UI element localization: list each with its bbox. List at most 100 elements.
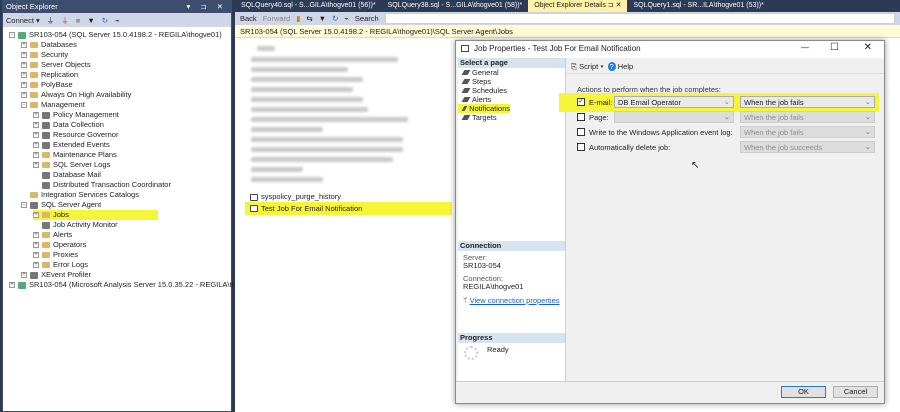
tree-node[interactable]: + SR103-054 (Microsoft Analysis Server 15… (9, 280, 244, 290)
tree-node[interactable]: + Error Logs (33, 260, 88, 270)
tree-node[interactable]: + Proxies (33, 250, 78, 260)
tree-node[interactable]: Integration Services Catalogs (21, 190, 139, 200)
filter-icon[interactable]: ▼ (87, 16, 94, 25)
expand-toggle-icon[interactable]: + (33, 162, 39, 168)
disconnect-icon[interactable]: ⏚ (61, 15, 69, 26)
connect-button[interactable]: Connect ▾ (6, 16, 40, 25)
expand-toggle-icon[interactable]: + (21, 92, 27, 98)
document-tab[interactable]: SQLQuery38.sql - S...GILA\thogve01 (58))… (382, 0, 529, 12)
expand-toggle-icon[interactable]: + (33, 112, 39, 118)
tree-node[interactable]: + PolyBase (21, 80, 73, 90)
document-tab[interactable]: SQLQuery40.sql - S...GILA\thogve01 (56))… (235, 0, 382, 12)
activity-icon[interactable]: ⌁ (115, 16, 120, 25)
forward-button[interactable]: Forward (263, 14, 291, 23)
blurred-job-row[interactable] (251, 167, 303, 172)
email-condition-select[interactable]: When the job fails ⌄ (740, 96, 875, 108)
expand-toggle-icon[interactable]: - (9, 32, 15, 38)
tree-node[interactable]: Job Activity Monitor (33, 220, 118, 230)
tree-node[interactable]: - Management (21, 100, 85, 110)
document-tab[interactable]: SQLQuery1.sql - SR...ILA\thogve01 (53))* (627, 0, 769, 12)
eventlog-condition-select[interactable]: When the job fails ⌄ (740, 126, 875, 138)
page-item-notifications[interactable]: Notifications (458, 104, 510, 113)
refresh-icon[interactable]: ↻ (102, 16, 108, 25)
filter-icon[interactable]: ▼ (319, 14, 326, 23)
job-row[interactable]: syspolicy_purge_history (250, 192, 341, 202)
email-operator-select[interactable]: DB Email Operator ⌄ (614, 96, 734, 108)
expand-toggle-icon[interactable]: + (9, 282, 15, 288)
page-operator-select[interactable]: ⌄ (614, 111, 734, 123)
tree-node[interactable]: - SQL Server Agent (21, 200, 101, 210)
tree-node[interactable]: + Extended Events (33, 140, 110, 150)
blurred-job-row[interactable] (251, 97, 363, 102)
blurred-job-row[interactable] (251, 157, 393, 162)
blurred-job-row[interactable] (251, 137, 403, 142)
page-condition-select[interactable]: When the job fails ⌄ (740, 111, 875, 123)
view-connection-properties-link[interactable]: View connection properties (470, 296, 560, 305)
tree-node[interactable]: Database Mail (33, 170, 101, 180)
tree-node[interactable]: + SQL Server Logs (33, 160, 110, 170)
expand-toggle-icon[interactable]: + (33, 242, 39, 248)
blurred-job-row[interactable] (251, 177, 323, 182)
expand-toggle-icon[interactable]: + (21, 272, 27, 278)
blurred-job-row[interactable] (251, 77, 363, 82)
blurred-job-row[interactable] (251, 117, 408, 122)
job-row[interactable]: Test Job For Email Notification (245, 202, 452, 215)
expand-toggle-icon[interactable]: + (33, 142, 39, 148)
tree-node[interactable]: + Data Collection (33, 120, 104, 130)
expand-toggle-icon[interactable]: - (21, 202, 27, 208)
tree-node[interactable]: + Security (21, 50, 68, 60)
delete-job-checkbox[interactable] (577, 143, 585, 151)
blurred-job-row[interactable] (251, 127, 323, 132)
tree-node[interactable]: - SR103-054 (SQL Server 15.0.4198.2 - REG… (9, 30, 222, 40)
eventlog-checkbox[interactable] (577, 128, 585, 136)
tree-node[interactable]: + Alerts (33, 230, 72, 240)
tree-node[interactable]: + Operators (33, 240, 86, 250)
stop-icon[interactable]: ■ (76, 16, 81, 25)
blurred-job-row[interactable] (251, 107, 368, 112)
expand-toggle-icon[interactable]: + (33, 262, 39, 268)
expand-toggle-icon[interactable]: - (21, 102, 27, 108)
expand-toggle-icon[interactable]: + (33, 132, 39, 138)
name-column-header[interactable] (257, 46, 275, 51)
tree-node[interactable]: + Resource Governor (33, 130, 118, 140)
document-tab[interactable]: Object Explorer Details ⊐ ✕ (528, 0, 628, 12)
delete-job-condition-select[interactable]: When the job succeeds ⌄ (740, 141, 875, 153)
refresh-icon[interactable]: ↻ (332, 14, 338, 23)
back-button[interactable]: Back (240, 14, 257, 23)
help-button[interactable]: ? Help (607, 62, 633, 72)
maximize-button[interactable]: ☐ (830, 42, 839, 53)
expand-toggle-icon[interactable]: + (21, 42, 27, 48)
panel-controls[interactable]: ▾ ⊐ ✕ (186, 2, 227, 11)
tree-node[interactable]: + Server Objects (21, 60, 91, 70)
page-item-alerts[interactable]: Alerts (458, 95, 565, 104)
page-item-targets[interactable]: Targets (458, 113, 565, 122)
cancel-button[interactable]: Cancel (833, 386, 878, 398)
expand-toggle-icon[interactable]: + (21, 62, 27, 68)
expand-toggle-icon[interactable]: + (33, 252, 39, 258)
blurred-job-row[interactable] (251, 147, 403, 152)
tree-node[interactable]: + Replication (21, 70, 78, 80)
minimize-button[interactable]: — (801, 43, 809, 52)
blurred-job-row[interactable] (251, 57, 398, 62)
close-button[interactable]: ✕ (864, 42, 872, 53)
tree-node[interactable]: + Jobs (33, 210, 158, 220)
swap-icon[interactable]: ⇆ (306, 14, 312, 23)
sync-icon[interactable]: ▮ (296, 14, 300, 23)
activity-icon[interactable]: ⌁ (344, 14, 349, 23)
tree-node[interactable]: + XEvent Profiler (21, 270, 91, 280)
expand-toggle-icon[interactable]: + (33, 152, 39, 158)
tree-node[interactable]: + Maintenance Plans (33, 150, 117, 160)
ok-button[interactable]: OK (781, 386, 826, 398)
tree-node[interactable]: Distributed Transaction Coordinator (33, 180, 171, 190)
page-item-general[interactable]: General (458, 68, 565, 77)
script-button[interactable]: ⎘ Script ▾ (571, 62, 604, 72)
expand-toggle-icon[interactable]: + (21, 72, 27, 78)
tree-node[interactable]: + Databases (21, 40, 77, 50)
expand-toggle-icon[interactable]: + (33, 212, 39, 218)
page-item-steps[interactable]: Steps (458, 77, 565, 86)
expand-toggle-icon[interactable]: + (33, 232, 39, 238)
expand-toggle-icon[interactable]: + (21, 52, 27, 58)
page-item-schedules[interactable]: Schedules (458, 86, 565, 95)
email-checkbox[interactable]: ✓ (577, 98, 585, 106)
search-input[interactable] (384, 13, 895, 24)
